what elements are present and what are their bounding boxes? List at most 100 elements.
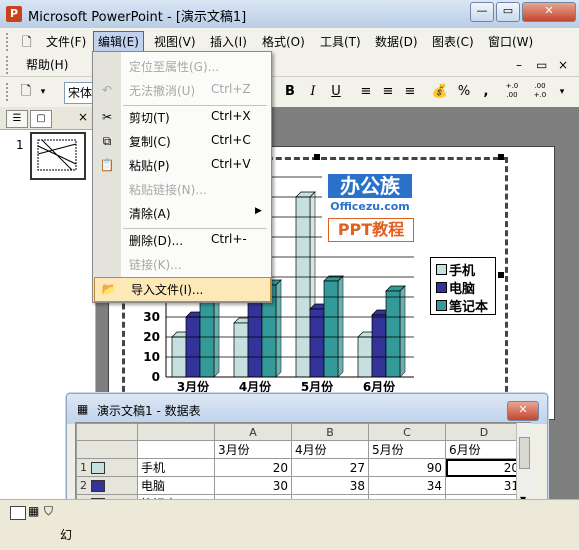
close-button[interactable]: ✕ bbox=[522, 2, 576, 22]
percent-button[interactable]: % bbox=[454, 82, 474, 102]
row-header-blank[interactable] bbox=[76, 440, 138, 459]
data-cell[interactable]: 30 bbox=[214, 476, 292, 495]
table-row: 2 电脑 30 38 34 31 bbox=[76, 476, 523, 495]
datasheet-close-button[interactable]: ✕ bbox=[507, 401, 539, 421]
category-cell[interactable]: 6月份 bbox=[445, 440, 523, 459]
menu-item-import-file[interactable]: 📂 导入文件(I)... bbox=[94, 277, 271, 302]
restore-button[interactable]: ▭ bbox=[496, 2, 520, 22]
menu-item-label: 定位至属性(G)... bbox=[129, 60, 220, 74]
resize-handle-top[interactable] bbox=[314, 154, 320, 160]
bold-button[interactable]: B bbox=[280, 82, 300, 102]
row-number: 1 bbox=[80, 461, 87, 474]
menu-insert[interactable]: 插入(I) bbox=[206, 32, 251, 52]
powerpoint-app-icon[interactable]: P bbox=[6, 6, 22, 22]
menu-chart[interactable]: 图表(C) bbox=[428, 32, 478, 52]
category-cell[interactable]: 5月份 bbox=[368, 440, 446, 459]
resize-handle-top-right[interactable] bbox=[498, 154, 504, 160]
category-cell[interactable]: 4月份 bbox=[291, 440, 369, 459]
menu-view[interactable]: 视图(V) bbox=[150, 32, 200, 52]
select-all-corner[interactable] bbox=[76, 423, 138, 441]
series-chart-icon bbox=[90, 480, 105, 492]
watermark-label: PPT教程 bbox=[328, 218, 414, 242]
menu-item-copy[interactable]: ⧉ 复制(C) Ctrl+C bbox=[93, 130, 271, 153]
align-center-icon[interactable]: ≡ bbox=[378, 82, 398, 102]
slides-tab-icon[interactable]: ▢ bbox=[30, 110, 52, 128]
menu-item-label: 复制(C) bbox=[129, 135, 171, 149]
menu-help[interactable]: 帮助(H) bbox=[22, 55, 72, 75]
category-row: 3月份 4月份 5月份 6月份 bbox=[76, 440, 523, 459]
scissors-icon: ✂ bbox=[101, 110, 113, 124]
status-bar: ▦ ⛉ 幻 bbox=[0, 499, 579, 550]
menu-item-cut[interactable]: ✂ 剪切(T) Ctrl+X bbox=[93, 106, 271, 129]
menu-item-goto-property[interactable]: 定位至属性(G)... bbox=[93, 55, 271, 78]
datasheet-title-bar[interactable]: ▦ 演示文稿1 - 数据表 ✕ bbox=[67, 394, 547, 424]
menu-item-paste-link[interactable]: 粘贴链接(N)... bbox=[93, 178, 271, 201]
align-left-icon[interactable]: ≡ bbox=[356, 82, 376, 102]
menu-edit[interactable]: 编辑(E) bbox=[93, 31, 144, 53]
align-right-icon[interactable]: ≡ bbox=[400, 82, 420, 102]
slide-thumbnail[interactable] bbox=[30, 132, 86, 180]
italic-button[interactable]: I bbox=[303, 82, 323, 102]
menubar-grip-2[interactable] bbox=[6, 56, 11, 74]
toolbar-options-icon[interactable]: ▾ bbox=[556, 82, 568, 102]
chart-legend[interactable]: 手机 电脑 笔记本 bbox=[430, 257, 496, 315]
menu-item-label: 链接(K)... bbox=[129, 258, 182, 272]
doc-restore-button[interactable]: ▭ bbox=[532, 55, 551, 75]
table-cell[interactable] bbox=[137, 440, 215, 459]
legend-label-phone: 手机 bbox=[449, 264, 476, 279]
row-header[interactable]: 2 bbox=[76, 476, 138, 495]
slideshow-icon[interactable]: ⛉ bbox=[44, 504, 53, 519]
submenu-arrow-icon: ▶ bbox=[255, 206, 262, 216]
new-document-icon[interactable]: 🗋 bbox=[16, 82, 36, 102]
scrollbar-thumb[interactable] bbox=[519, 437, 530, 469]
column-header-c[interactable]: C bbox=[368, 423, 446, 441]
outline-tab-icon[interactable]: ☰ bbox=[6, 110, 28, 128]
data-cell[interactable]: 90 bbox=[368, 458, 446, 477]
currency-icon[interactable]: 💰 bbox=[430, 82, 450, 102]
doc-close-button[interactable]: × bbox=[554, 55, 572, 75]
category-cell[interactable]: 3月份 bbox=[214, 440, 292, 459]
data-cell[interactable]: 34 bbox=[368, 476, 446, 495]
menu-item-shortcut: Ctrl+Z bbox=[211, 82, 251, 96]
normal-view-icon[interactable] bbox=[10, 506, 26, 520]
doc-minimize-button[interactable]: – bbox=[512, 55, 526, 75]
column-header-b[interactable]: B bbox=[291, 423, 369, 441]
menu-file-icon[interactable]: 🗋 bbox=[18, 32, 36, 52]
minimize-button[interactable]: — bbox=[470, 2, 494, 22]
menu-window[interactable]: 窗口(W) bbox=[484, 32, 537, 52]
row-header[interactable]: 1 bbox=[76, 458, 138, 477]
legend-swatch-computer bbox=[436, 282, 447, 293]
menu-item-clear[interactable]: 清除(A) ▶ bbox=[93, 202, 271, 225]
decrease-decimal-button[interactable]: .00 +.0 bbox=[528, 82, 552, 102]
menu-item-links[interactable]: 链接(K)... bbox=[93, 253, 271, 276]
menu-item-undo[interactable]: ↶ 无法撤消(U) Ctrl+Z bbox=[93, 79, 271, 102]
row-label-column-header[interactable] bbox=[137, 423, 215, 441]
datasheet-grid-icon: ▦ bbox=[77, 402, 89, 416]
toolbar-grip[interactable] bbox=[6, 83, 11, 101]
slide-sorter-icon[interactable]: ▦ bbox=[28, 504, 39, 518]
series-label-cell[interactable]: 电脑 bbox=[137, 476, 215, 495]
data-cell-selected[interactable]: 20 bbox=[445, 458, 523, 477]
menu-format[interactable]: 格式(O) bbox=[258, 32, 309, 52]
menu-data[interactable]: 数据(D) bbox=[371, 32, 422, 52]
data-cell[interactable]: 27 bbox=[291, 458, 369, 477]
increase-decimal-button[interactable]: +.0 .00 bbox=[500, 82, 524, 102]
copy-icon: ⧉ bbox=[102, 134, 112, 148]
column-header-d[interactable]: D bbox=[445, 423, 523, 441]
toolbar-dropdown-icon[interactable]: ▾ bbox=[38, 82, 48, 102]
column-header-a[interactable]: A bbox=[214, 423, 292, 441]
menu-item-delete[interactable]: 删除(D)... Ctrl+- bbox=[93, 229, 271, 252]
menu-item-paste[interactable]: 📋 粘贴(P) Ctrl+V bbox=[93, 154, 271, 177]
menu-tools[interactable]: 工具(T) bbox=[316, 32, 365, 52]
data-cell[interactable]: 38 bbox=[291, 476, 369, 495]
menubar-grip[interactable] bbox=[6, 33, 11, 51]
data-cell[interactable]: 20 bbox=[214, 458, 292, 477]
resize-handle-right[interactable] bbox=[498, 272, 504, 278]
menu-file[interactable]: 文件(F) bbox=[42, 32, 90, 52]
pane-close-button[interactable]: × bbox=[78, 110, 88, 124]
underline-button[interactable]: U bbox=[326, 82, 346, 102]
comma-button[interactable]: , bbox=[476, 82, 496, 102]
menu-bar: 🗋 文件(F) 编辑(E) 视图(V) 插入(I) 格式(O) 工具(T) 数据… bbox=[0, 28, 579, 76]
series-label-cell[interactable]: 手机 bbox=[137, 458, 215, 477]
data-cell[interactable]: 31 bbox=[445, 476, 523, 495]
